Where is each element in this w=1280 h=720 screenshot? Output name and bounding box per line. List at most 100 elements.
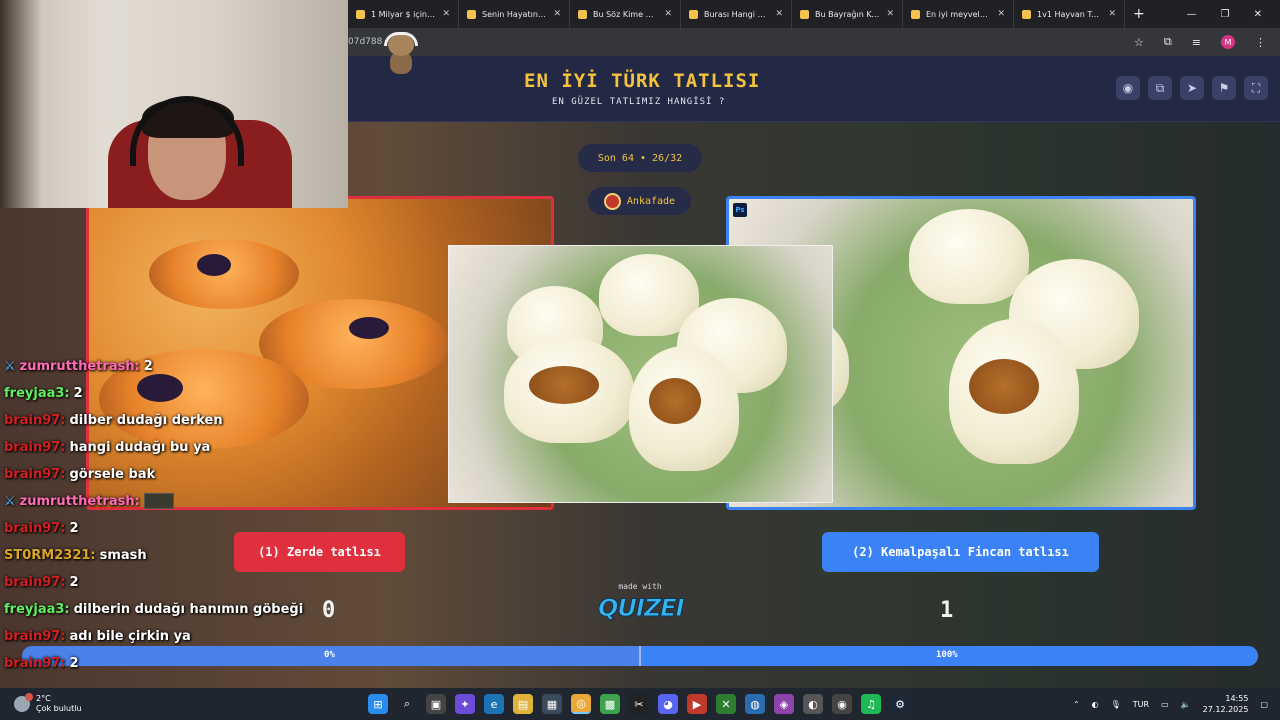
clock-date: 27.12.2025: [1202, 705, 1249, 714]
close-tab-icon[interactable]: ✕: [886, 9, 894, 19]
chat-username[interactable]: brain97:: [4, 655, 66, 672]
dessert-filling: [969, 359, 1039, 414]
close-tab-icon[interactable]: ✕: [664, 9, 672, 19]
eye-icon[interactable]: ◉: [1116, 76, 1140, 100]
media-control-icon[interactable]: ≡: [1192, 36, 1201, 49]
bookmark-star-icon[interactable]: ☆: [1134, 36, 1144, 49]
chat-message: ST0RM2321: smash: [4, 547, 344, 574]
discord-icon[interactable]: ◕: [658, 694, 678, 714]
microphone-icon[interactable]: 🎙: [1111, 700, 1121, 709]
app-icon[interactable]: ◐: [803, 694, 823, 714]
clock[interactable]: 14:55 27.12.2025: [1203, 693, 1249, 715]
chat-username[interactable]: freyjaa3:: [4, 601, 70, 618]
close-window-icon[interactable]: ✕: [1254, 9, 1262, 20]
url-text[interactable]: 07d788: [348, 37, 382, 47]
tray-app-icon[interactable]: ◐: [1092, 700, 1099, 709]
chat-username[interactable]: zumrutthetrash:: [20, 358, 140, 375]
close-tab-icon[interactable]: ✕: [997, 9, 1005, 19]
file-explorer-icon[interactable]: ▤: [513, 694, 533, 714]
browser-tab[interactable]: En iyi meyveler - ✕: [903, 0, 1014, 28]
close-tab-icon[interactable]: ✕: [553, 9, 561, 19]
minecraft-icon[interactable]: ▩: [600, 694, 620, 714]
minimize-icon[interactable]: —: [1187, 9, 1197, 20]
globe-app-icon[interactable]: ◍: [745, 694, 765, 714]
chat-text: dilberin dudağı hanımın göbeği: [73, 602, 304, 617]
tab-title: Bu Bayrağın Konu: [815, 9, 881, 19]
chat-text: 2: [73, 386, 83, 401]
close-tab-icon[interactable]: ✕: [442, 9, 450, 19]
chat-username[interactable]: brain97:: [4, 628, 66, 645]
profile-avatar[interactable]: M: [1221, 35, 1235, 49]
quiz-subtitle: EN GÜZEL TATLIMIZ HANGİSİ ?: [552, 97, 726, 107]
tab-favicon-icon: [800, 9, 809, 19]
copy-icon[interactable]: ⧉: [1148, 76, 1172, 100]
weather-widget[interactable]: 2°C Çok bulutlu: [0, 693, 82, 714]
extensions-icon[interactable]: ⧉: [1164, 35, 1172, 49]
flag-icon[interactable]: ⚑: [1212, 76, 1236, 100]
kemalpasa-preview-image: [449, 246, 832, 502]
network-icon[interactable]: ▭: [1161, 700, 1169, 709]
chat-username[interactable]: brain97:: [4, 439, 66, 456]
chat-message: freyjaa3: dilberin dudağı hanımın göbeği: [4, 601, 344, 628]
quizei-logo[interactable]: QUIZEI: [598, 594, 686, 623]
copilot-icon[interactable]: ✦: [455, 694, 475, 714]
new-tab-icon[interactable]: +: [1125, 6, 1153, 22]
spotify-icon[interactable]: ♫: [861, 694, 881, 714]
tab-favicon-icon: [578, 9, 587, 19]
chrome-icon[interactable]: ◎: [571, 694, 591, 714]
taskbar: 2°C Çok bulutlu ⊞ ⌕ ▣ ✦ e ▤ ▦ ◎ ▩ ✂ ◕ ▶ …: [0, 688, 1280, 720]
percent-right: 100%: [936, 650, 958, 660]
capcut-icon[interactable]: ✂: [629, 694, 649, 714]
xbox-icon[interactable]: ✕: [716, 694, 736, 714]
tray-overflow-icon[interactable]: ⌃: [1073, 700, 1080, 709]
chat-username[interactable]: brain97:: [4, 574, 66, 591]
quiz-header: EN İYİ TÜRK TATLISI EN GÜZEL TATLIMIZ HA…: [348, 56, 1280, 122]
dessert-ball: [909, 209, 1029, 304]
choose-option-right-button[interactable]: (2) Kemalpaşalı Fincan tatlısı: [822, 532, 1099, 572]
berry-topping: [349, 317, 389, 339]
language-indicator[interactable]: TUR: [1133, 700, 1149, 709]
browser-tab[interactable]: Bu Bayrağın Konu ✕: [792, 0, 903, 28]
creator-name: Ankafade: [626, 195, 676, 207]
share-icon[interactable]: ➤: [1180, 76, 1204, 100]
media-app-icon[interactable]: ▶: [687, 694, 707, 714]
fullscreen-icon[interactable]: ⛶: [1244, 76, 1268, 100]
score-right: 1: [940, 598, 954, 623]
notifications-icon[interactable]: ▢: [1260, 700, 1268, 709]
start-menu-icon[interactable]: ⊞: [368, 694, 388, 714]
chat-username[interactable]: zumrutthetrash:: [20, 493, 140, 510]
browser-tab[interactable]: Burası Hangi Şehi ✕: [681, 0, 792, 28]
maximize-icon[interactable]: ❐: [1221, 9, 1230, 20]
browser-tab[interactable]: 1 Milyar $ için ne ✕: [348, 0, 459, 28]
weather-condition: Çok bulutlu: [36, 704, 82, 713]
address-bar[interactable]: 07d788 ☆ ⧉ ≡ M ⋮: [348, 28, 1280, 56]
store-icon[interactable]: ▦: [542, 694, 562, 714]
weather-text: 2°C Çok bulutlu: [36, 694, 82, 714]
photos-icon[interactable]: ◈: [774, 694, 794, 714]
browser-tab[interactable]: Bu Söz Kime Ait? ✕: [570, 0, 681, 28]
volume-icon[interactable]: 🔈: [1181, 700, 1191, 709]
quiz-title: EN İYİ TÜRK TATLISI: [524, 70, 761, 92]
chat-username[interactable]: freyjaa3:: [4, 385, 70, 402]
chat-username[interactable]: ST0RM2321:: [4, 547, 96, 564]
chat-username[interactable]: brain97:: [4, 520, 66, 537]
steam-icon[interactable]: ⚙: [890, 694, 910, 714]
weather-temperature: 2°C: [36, 694, 51, 703]
sword-icon: ⚔: [4, 494, 16, 509]
close-tab-icon[interactable]: ✕: [1108, 9, 1116, 19]
browser-tab[interactable]: 1v1 Hayvan Turnu ✕: [1014, 0, 1125, 28]
edge-icon[interactable]: e: [484, 694, 504, 714]
obs-icon[interactable]: ◉: [832, 694, 852, 714]
chat-username[interactable]: brain97:: [4, 466, 66, 483]
address-bar-icons: ☆ ⧉ ≡ M ⋮: [1134, 35, 1280, 49]
close-tab-icon[interactable]: ✕: [775, 9, 783, 19]
task-view-icon[interactable]: ▣: [426, 694, 446, 714]
browser-menu-icon[interactable]: ⋮: [1255, 36, 1266, 49]
creator-badge[interactable]: Ankafade: [588, 187, 691, 215]
chat-username[interactable]: brain97:: [4, 412, 66, 429]
dessert-filling: [649, 378, 701, 424]
search-icon[interactable]: ⌕: [397, 694, 417, 714]
browser-tab[interactable]: Senin Hayatının E ✕: [459, 0, 570, 28]
chat-text: 2: [69, 656, 79, 671]
chat-message: brain97: 2: [4, 520, 344, 547]
